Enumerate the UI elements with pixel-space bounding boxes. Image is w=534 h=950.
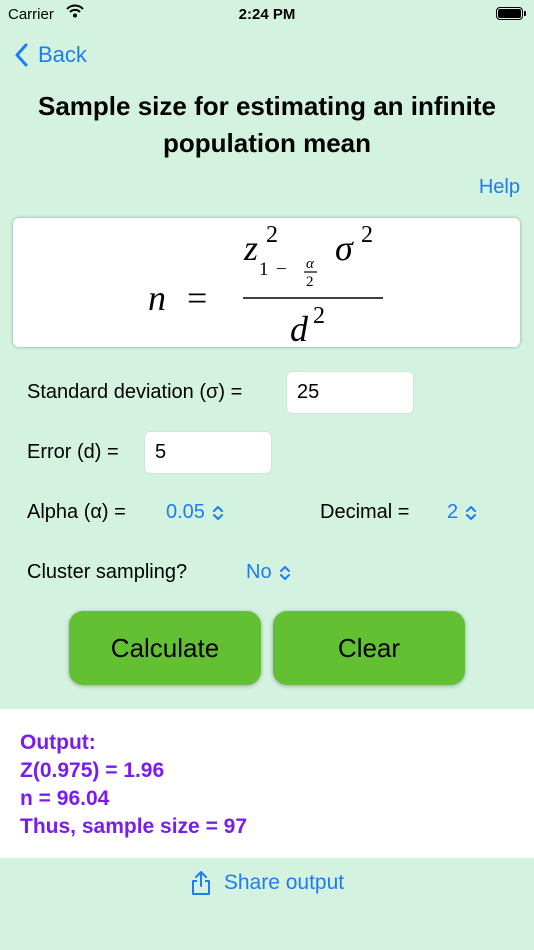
formula-sub-alpha: α xyxy=(306,256,315,272)
error-label: Error (d) = xyxy=(27,441,119,463)
output-heading: Output: xyxy=(20,731,96,754)
formula-sub-minus: − xyxy=(276,259,287,280)
chevron-up-down-icon xyxy=(466,505,477,520)
battery-icon xyxy=(496,7,526,20)
formula-z-exponent: 2 xyxy=(266,222,278,248)
alpha-picker[interactable]: 0.05 xyxy=(166,501,224,524)
formula-equals: = xyxy=(187,278,207,318)
std-dev-label: Standard deviation (σ) = xyxy=(27,381,243,403)
back-label: Back xyxy=(38,42,87,67)
decimal-picker[interactable]: 2 xyxy=(447,501,477,524)
share-label: Share output xyxy=(223,871,345,894)
formula-sub-two: 2 xyxy=(306,274,314,290)
error-value: 5 xyxy=(155,441,167,463)
chevron-up-down-icon xyxy=(212,505,223,520)
output-panel: Output: Z(0.975) = 1.96 n = 96.04 Thus, … xyxy=(0,709,534,858)
chevron-up-down-icon xyxy=(279,565,290,580)
output-n-line: n = 96.04 xyxy=(20,787,110,810)
decimal-label: Decimal = xyxy=(320,501,410,523)
formula-sigma: σ xyxy=(335,228,354,268)
formula-n: n xyxy=(148,278,166,318)
std-dev-value: 25 xyxy=(297,381,320,403)
formula-box: n = z 2 1 − α 2 σ 2 d 2 xyxy=(13,218,520,347)
formula-sub-one: 1 xyxy=(259,259,269,280)
cluster-picker[interactable]: No xyxy=(246,561,291,584)
decimal-value: 2 xyxy=(447,501,459,523)
output-z-line: Z(0.975) = 1.96 xyxy=(20,759,165,782)
sample-size-formula: n = z 2 1 − α 2 σ 2 d 2 xyxy=(148,222,383,347)
formula-d: d xyxy=(290,309,309,347)
cluster-value: No xyxy=(246,561,272,583)
cluster-label: Cluster sampling? xyxy=(27,561,188,583)
output-result-line: Thus, sample size = 97 xyxy=(20,815,248,838)
formula-z: z xyxy=(243,228,258,268)
std-dev-input[interactable]: 25 xyxy=(286,371,414,414)
calculate-button[interactable]: Calculate xyxy=(69,611,261,685)
status-bar: Carrier 2:24 PM xyxy=(0,0,534,30)
error-input[interactable]: 5 xyxy=(144,431,272,474)
help-link[interactable]: Help xyxy=(479,176,520,199)
formula-sigma-exponent: 2 xyxy=(361,222,373,248)
alpha-value: 0.05 xyxy=(166,501,205,523)
share-output-button[interactable]: Share output xyxy=(0,870,534,896)
chevron-left-icon xyxy=(15,43,28,67)
clock: 2:24 PM xyxy=(238,6,296,23)
back-button[interactable]: Back xyxy=(14,38,87,72)
share-icon xyxy=(191,871,210,895)
clear-button[interactable]: Clear xyxy=(273,611,465,685)
page-title: Sample size for estimating an infinite p… xyxy=(38,91,496,158)
alpha-label: Alpha (α) = xyxy=(27,501,126,523)
formula-d-exponent: 2 xyxy=(313,303,325,329)
